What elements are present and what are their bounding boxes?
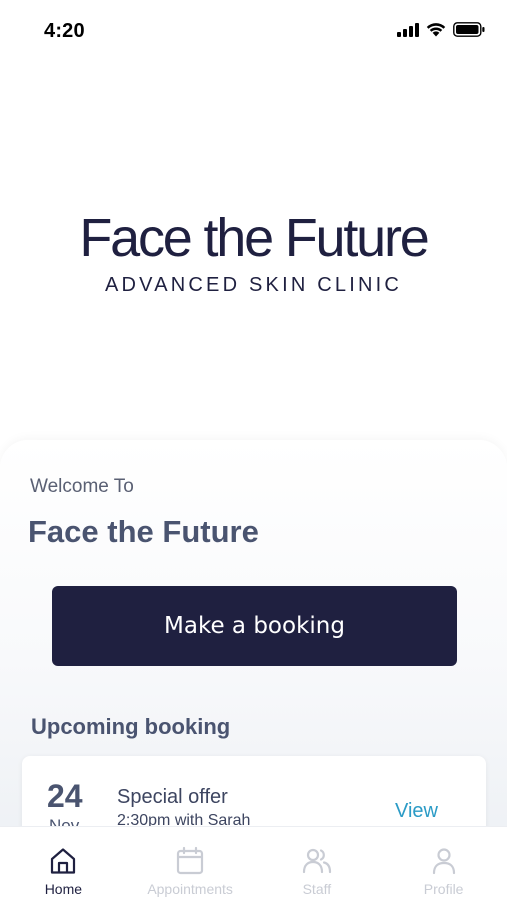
logo-title: Face the Future — [79, 208, 429, 268]
clinic-logo: Face the Future ADVANCED SKIN CLINIC — [0, 208, 507, 297]
user-icon — [432, 848, 455, 875]
home-icon — [51, 848, 76, 874]
wifi-icon — [426, 23, 446, 37]
bottom-nav: Home Appointments Staff Profile — [0, 826, 507, 900]
upcoming-booking-heading: Upcoming booking — [31, 714, 231, 739]
nav-item-staff[interactable]: Staff — [254, 827, 381, 900]
status-time: 4:20 — [44, 20, 85, 42]
booking-title: Special offer — [117, 786, 228, 808]
welcome-card: Welcome To Face the Future Make a bookin… — [0, 440, 507, 846]
battery-icon — [453, 22, 485, 37]
status-bar: 4:20 — [0, 0, 507, 62]
calendar-icon — [177, 846, 204, 875]
welcome-title: Face the Future — [28, 514, 259, 549]
nav-item-home[interactable]: Home — [0, 827, 127, 900]
view-booking-link[interactable]: View — [395, 800, 438, 823]
status-icons — [397, 22, 485, 37]
welcome-label: Welcome To — [30, 476, 134, 497]
cellular-signal-icon — [397, 22, 419, 37]
users-icon — [302, 848, 331, 874]
nav-item-profile[interactable]: Profile — [380, 827, 507, 900]
booking-date-day: 24 — [47, 778, 83, 814]
nav-label-profile: Profile — [423, 881, 464, 897]
nav-label-staff: Staff — [302, 881, 332, 897]
nav-item-appointments[interactable]: Appointments — [127, 827, 254, 900]
nav-label-home: Home — [44, 881, 83, 897]
make-booking-button[interactable]: Make a booking — [52, 586, 457, 666]
nav-label-appointments: Appointments — [147, 881, 233, 897]
logo-subtitle: ADVANCED SKIN CLINIC — [104, 274, 402, 296]
